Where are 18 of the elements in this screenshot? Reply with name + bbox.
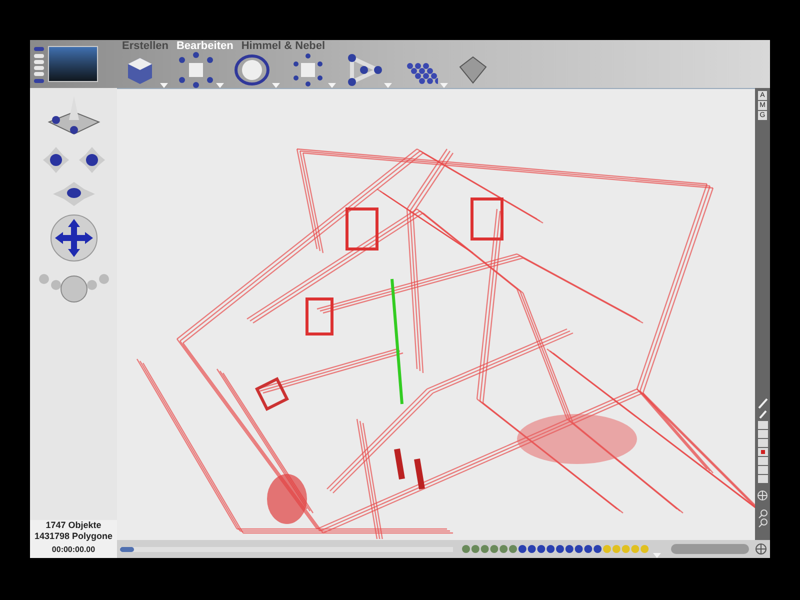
trackball-icon[interactable]: [48, 213, 98, 263]
sphere-rotate-icon[interactable]: [234, 52, 270, 88]
cube-handles-icon[interactable]: [178, 52, 214, 88]
view-list-icon[interactable]: [33, 44, 45, 84]
zoom-icon[interactable]: [758, 508, 768, 530]
timeline-track[interactable]: [120, 546, 453, 552]
object-count: 1747 Objekte: [46, 520, 102, 531]
globe-icon[interactable]: [755, 543, 767, 555]
polygon-count: 1431798 Polygone: [34, 531, 113, 542]
primitive-shapes-icon[interactable]: [461, 544, 651, 554]
preview-thumbnail[interactable]: [48, 46, 98, 82]
move-arrows-icon[interactable]: [76, 145, 106, 175]
timecode: 00:00:00.00: [52, 544, 96, 556]
triangle-nodes-icon[interactable]: [346, 52, 382, 88]
menu-tab[interactable]: Himmel & Nebel: [241, 40, 326, 52]
move-arrows-icon[interactable]: [40, 145, 70, 175]
timeline-thumb[interactable]: [120, 546, 134, 552]
move-arrows-icon[interactable]: [52, 181, 96, 207]
